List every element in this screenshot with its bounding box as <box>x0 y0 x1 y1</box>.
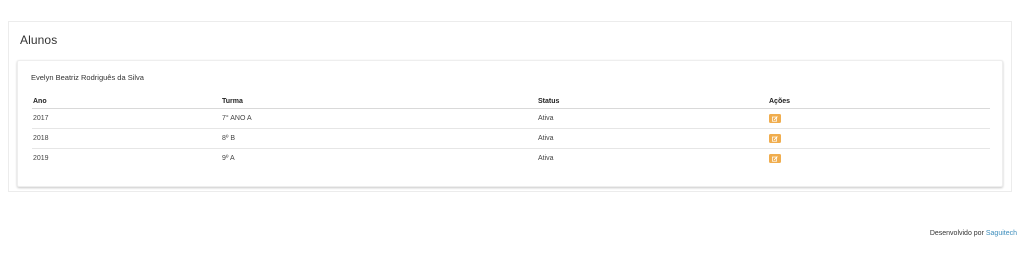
header-turma: Turma <box>221 95 537 109</box>
panel-title: Alunos <box>20 33 58 47</box>
edit-icon <box>772 155 778 162</box>
edit-icon <box>772 115 778 122</box>
header-status: Status <box>537 95 768 109</box>
cell-acoes <box>768 128 990 149</box>
table-row: 2017 7° ANO A Ativa <box>32 108 990 129</box>
cell-ano: 2017 <box>32 108 221 129</box>
cell-ano: 2019 <box>33 155 49 162</box>
cell-turma: 8º B <box>221 128 537 149</box>
cell-status: Ativa <box>537 108 768 129</box>
footer-link-saguitech[interactable]: Saguitech <box>986 230 1017 237</box>
student-name: Evelyn Beatriz Rodriguês da Silva <box>31 73 144 82</box>
cell-turma: 7° ANO A <box>221 108 537 129</box>
header-acoes: Ações <box>768 95 990 109</box>
table-row: 2018 8º B Ativa <box>32 128 990 149</box>
edit-button[interactable] <box>769 134 781 143</box>
cell-turma: 9º A <box>222 155 235 162</box>
cell-status: Ativa <box>537 128 768 149</box>
cell-status: Ativa <box>538 155 554 162</box>
table-header-row: Ano Turma Status Ações <box>32 95 990 109</box>
edit-button[interactable] <box>769 114 781 123</box>
enrollment-table: Ano Turma Status Ações 2017 7° ANO A Ati… <box>32 95 990 168</box>
footer-text: Desenvolvido por <box>929 230 984 237</box>
edit-button[interactable] <box>769 154 781 163</box>
footer: Desenvolvido por Saguitech <box>930 230 1017 237</box>
cell-acoes <box>768 108 990 129</box>
cell-acoes <box>768 149 990 169</box>
student-card: Evelyn Beatriz Rodriguês da Silva Ano Tu… <box>17 60 1003 187</box>
header-ano: Ano <box>32 95 221 109</box>
edit-icon <box>772 135 778 142</box>
table-row: 2019 9º A Ativa <box>32 149 990 169</box>
students-panel: Alunos Evelyn Beatriz Rodriguês da Silva… <box>8 21 1012 192</box>
cell-ano: 2018 <box>32 128 221 149</box>
